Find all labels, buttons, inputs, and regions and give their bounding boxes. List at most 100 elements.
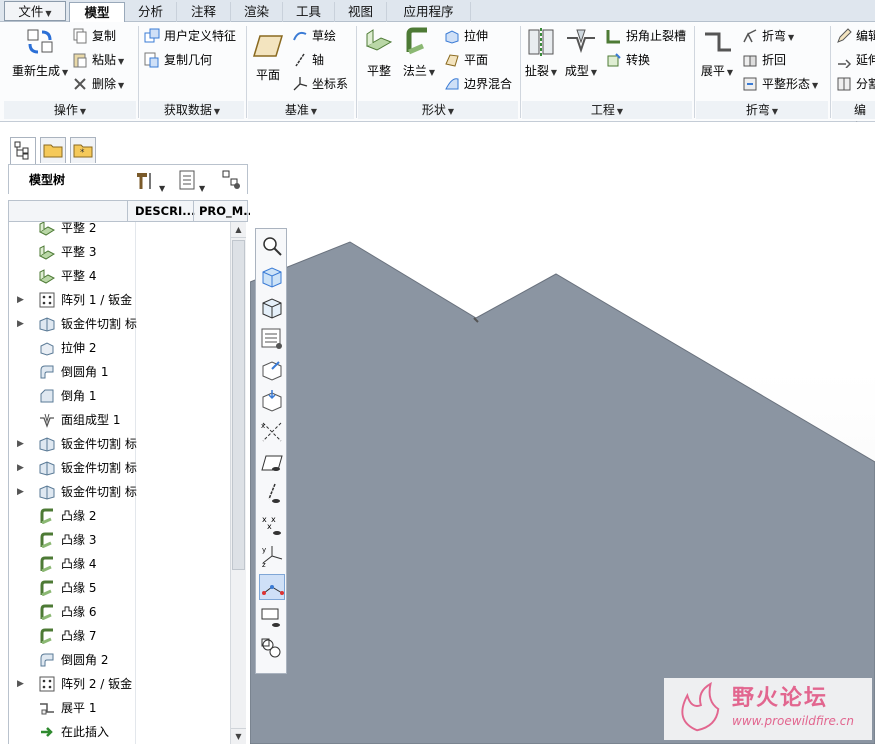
delete-button[interactable]: 删除 ▼ [72, 74, 124, 94]
tree-item[interactable]: 展平 1 [9, 696, 230, 720]
plane-surface-button[interactable]: 平面 [444, 50, 488, 70]
reorient-button[interactable] [259, 357, 285, 383]
expand-arrow-icon[interactable]: ▶ [17, 480, 24, 504]
datum-plane-button[interactable]: 平面 [252, 30, 284, 83]
column-pro-mp[interactable]: PRO_M... [199, 204, 256, 218]
convert-button[interactable]: 转换 [606, 50, 650, 70]
tree-item[interactable]: 平整 4 [9, 264, 230, 288]
tab-model[interactable]: 模型 [69, 2, 125, 23]
appearance-button[interactable] [259, 636, 285, 662]
scroll-down-arrow-icon[interactable]: ▼ [231, 728, 246, 744]
tree-show-button[interactable] [221, 169, 243, 194]
plane-display-button[interactable] [259, 450, 285, 476]
tree-item[interactable]: 凸缘 4 [9, 552, 230, 576]
tab-model-tree[interactable] [10, 137, 36, 165]
tab-applications[interactable]: 应用程序 [387, 2, 471, 22]
tree-item[interactable]: 平整 2 [9, 222, 230, 240]
tree-item[interactable]: ▶ 钣金件切割 标 [9, 312, 230, 336]
tab-file[interactable]: 文件 ▼ [4, 1, 66, 21]
tree-item[interactable]: 凸缘 5 [9, 576, 230, 600]
split-button[interactable]: 分割 [836, 74, 875, 94]
sketch-button[interactable]: 草绘 [292, 26, 336, 46]
group-bend[interactable]: 折弯 ▼ [696, 101, 828, 119]
tree-item-label: 凸缘 6 [61, 605, 97, 619]
csys-display-button[interactable]: yz [259, 543, 285, 569]
group-engineering[interactable]: 工程 ▼ [522, 101, 692, 119]
bend-button[interactable]: 折弯 ▼ [742, 26, 794, 46]
tree-item[interactable]: ▶ 阵列 1 / 钣金 [9, 288, 230, 312]
tab-analysis[interactable]: 分析 [125, 2, 177, 22]
regenerate-button[interactable]: 重新生成 ▼ [12, 26, 68, 79]
copy-geometry-button[interactable]: 复制几何 [144, 50, 212, 70]
unbend-button[interactable]: 展平 ▼ [700, 26, 734, 79]
corner-relief-button[interactable]: 拐角止裂槽 [606, 26, 686, 46]
expand-arrow-icon[interactable]: ▶ [17, 288, 24, 312]
boundary-blend-button[interactable]: 边界混合 [444, 74, 512, 94]
tree-item[interactable]: 平整 3 [9, 240, 230, 264]
datum-display-button[interactable]: x [259, 419, 285, 445]
tree-settings-button[interactable]: ▼ [133, 169, 165, 194]
tree-filters-button[interactable]: ▼ [177, 169, 205, 194]
tab-render[interactable]: 渲染 [231, 2, 283, 22]
scroll-thumb[interactable] [232, 240, 245, 570]
tree-item[interactable]: 倒圆角 2 [9, 648, 230, 672]
rip-button[interactable]: 扯裂 ▼ [524, 26, 558, 79]
tree-item[interactable]: ▶ 钣金件切割 标 [9, 456, 230, 480]
flat-button[interactable]: 平整 [362, 26, 396, 79]
copy-button[interactable]: 复制 [72, 26, 116, 46]
flange-wall-icon [406, 27, 427, 55]
edit-button[interactable]: 编辑 [836, 26, 875, 46]
bend-back-button[interactable]: 折回 [742, 50, 786, 70]
expand-arrow-icon[interactable]: ▶ [17, 432, 24, 456]
tab-folder-browser[interactable] [40, 137, 66, 163]
axis-button[interactable]: 轴 [292, 50, 324, 70]
tree-item[interactable]: 凸缘 3 [9, 528, 230, 552]
expand-arrow-icon[interactable]: ▶ [17, 456, 24, 480]
tree-item[interactable]: 面组成型 1 [9, 408, 230, 432]
spin-center-toggle-button[interactable] [259, 574, 285, 600]
group-edit[interactable]: 编辑 [832, 101, 875, 135]
spin-center-button[interactable] [259, 388, 285, 414]
tree-item[interactable]: 在此插入 [9, 720, 230, 744]
sheetmetal-model[interactable] [250, 122, 875, 744]
scroll-up-arrow-icon[interactable]: ▲ [231, 222, 246, 238]
group-shape[interactable]: 形状 ▼ [358, 101, 518, 119]
paste-button[interactable]: 粘贴 ▼ [72, 50, 124, 70]
tree-item[interactable]: 倒角 1 [9, 384, 230, 408]
graphics-viewport[interactable]: 野火论坛 www.proewildfire.cn [250, 122, 875, 744]
annotation-display-button[interactable] [259, 605, 285, 631]
tree-item[interactable]: ▶ 钣金件切割 标 [9, 432, 230, 456]
shaded-edges-button[interactable] [259, 295, 285, 321]
zoom-button[interactable] [259, 233, 285, 259]
group-divider [520, 26, 521, 118]
expand-arrow-icon[interactable]: ▶ [17, 312, 24, 336]
point-display-button[interactable]: xxx [259, 512, 285, 538]
tree-item[interactable]: 倒圆角 1 [9, 360, 230, 384]
csys-button[interactable]: 坐标系 [292, 74, 348, 94]
flat-state-button[interactable]: 平整形态 ▼ [742, 74, 818, 94]
udf-button[interactable]: 用户定义特征 [144, 26, 236, 46]
extend-button[interactable]: 延伸 [836, 50, 875, 70]
tree-item[interactable]: 凸缘 7 [9, 624, 230, 648]
form-button[interactable]: 成型 ▼ [564, 26, 598, 79]
flange-button[interactable]: 法兰 ▼ [402, 26, 436, 79]
expand-arrow-icon[interactable]: ▶ [17, 672, 24, 696]
tree-item[interactable]: ▶ 钣金件切割 标 [9, 480, 230, 504]
tab-favorites[interactable]: * [70, 137, 96, 163]
extrude-button[interactable]: 拉伸 [444, 26, 488, 46]
tree-item[interactable]: 拉伸 2 [9, 336, 230, 360]
group-datum[interactable]: 基准 ▼ [248, 101, 354, 119]
tab-tools[interactable]: 工具 [283, 2, 335, 22]
tree-item[interactable]: ▶ 阵列 2 / 钣金 [9, 672, 230, 696]
tree-item[interactable]: 凸缘 6 [9, 600, 230, 624]
axis-display-button[interactable] [259, 481, 285, 507]
tab-view[interactable]: 视图 [335, 2, 387, 22]
tree-scrollbar[interactable]: ▲ ▼ [230, 222, 246, 744]
group-operations[interactable]: 操作 ▼ [4, 101, 136, 119]
column-description[interactable]: DESCRI... [135, 204, 195, 218]
tab-annotate[interactable]: 注释 [177, 2, 231, 22]
tree-item[interactable]: 凸缘 2 [9, 504, 230, 528]
shaded-cube-button[interactable] [259, 264, 285, 290]
group-get-data[interactable]: 获取数据 ▼ [140, 101, 244, 119]
saved-views-button[interactable] [259, 326, 285, 352]
